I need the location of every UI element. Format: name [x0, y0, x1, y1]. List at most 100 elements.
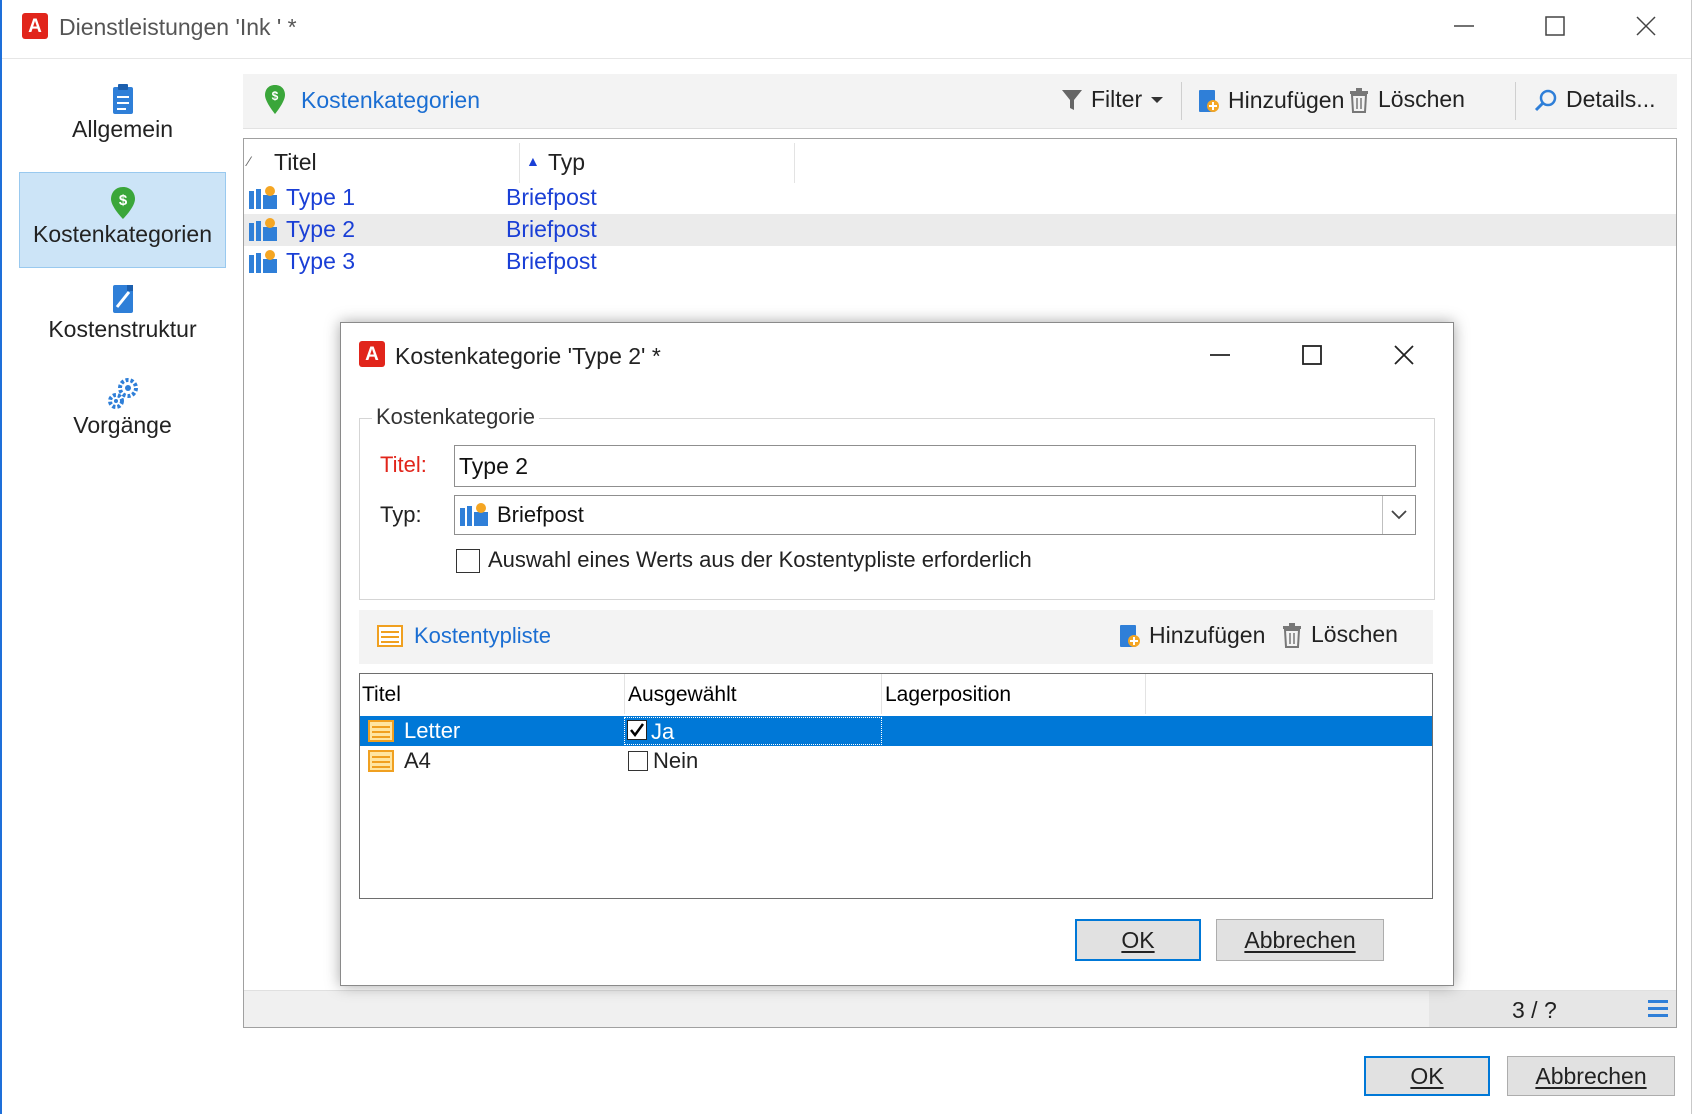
list-item[interactable]: Letter Ja	[360, 716, 1432, 746]
sidebar-item-kostenstruktur[interactable]: Kostenstruktur	[19, 282, 226, 354]
sidebar-item-allgemein[interactable]: Allgemein	[19, 82, 226, 154]
add-label: Hinzufügen	[1149, 621, 1266, 648]
add-button[interactable]: Hinzufügen	[1196, 86, 1344, 114]
table-row[interactable]: Type 1 Briefpost	[244, 182, 1676, 214]
ok-label: OK	[1121, 926, 1155, 953]
minimize-icon	[1454, 25, 1474, 27]
list-item[interactable]: A4 Nein	[360, 746, 1432, 776]
column-header-titel[interactable]: Titel	[362, 683, 401, 707]
minimize-button[interactable]	[1434, 4, 1494, 48]
delete-label: Löschen	[1311, 621, 1398, 647]
trash-icon	[1350, 87, 1368, 113]
money-pin-icon: $	[265, 85, 285, 114]
type-select[interactable]: Briefpost	[454, 495, 1416, 535]
row-type: Briefpost	[506, 184, 597, 210]
checkmark-icon	[630, 723, 645, 738]
add-document-icon	[1120, 625, 1140, 647]
sort-indicator: ⁄	[248, 153, 251, 169]
sidebar-item-vorgaenge[interactable]: Vorgänge	[19, 376, 226, 448]
trash-icon	[1283, 622, 1301, 648]
required-selection-checkbox[interactable]	[456, 549, 480, 573]
filter-icon	[1062, 89, 1082, 110]
mail-type-icon	[249, 250, 277, 273]
app-logo-icon: A	[359, 341, 385, 367]
add-cost-type-button[interactable]: Hinzufügen	[1117, 621, 1265, 649]
add-document-icon	[1199, 90, 1219, 112]
column-header-lagerposition[interactable]: Lagerposition	[885, 683, 1011, 707]
gears-icon	[107, 378, 138, 409]
toolbar-separator	[1181, 82, 1182, 120]
sort-asc-icon: ▲	[526, 153, 540, 169]
table-row[interactable]: Type 3 Briefpost	[244, 246, 1676, 278]
cancel-button[interactable]: Abbrechen	[1507, 1056, 1675, 1096]
money-pin-icon: $	[110, 187, 135, 219]
group-legend: Kostenkategorie	[372, 404, 539, 430]
list-header: Titel Ausgewählt Lagerposition	[360, 674, 1432, 714]
selected-checkbox[interactable]	[627, 720, 647, 740]
dialog-cancel-button[interactable]: Abbrechen	[1216, 919, 1384, 961]
cost-type-toolbar: Kostentypliste Hinzufügen Löschen	[359, 610, 1433, 664]
type-select-value: Briefpost	[497, 502, 584, 527]
row-title: Type 2	[286, 216, 356, 242]
minimize-icon	[1210, 354, 1230, 356]
selected-value: Ja	[651, 719, 675, 744]
clipboard-icon	[112, 84, 133, 114]
column-divider	[881, 674, 882, 714]
dialog-maximize-button[interactable]	[1282, 333, 1342, 377]
list-icon	[377, 625, 403, 647]
column-divider	[794, 143, 795, 183]
close-icon	[1636, 16, 1656, 36]
cancel-label: Abbrechen	[1244, 926, 1356, 953]
cost-category-dialog: A Kostenkategorie 'Type 2' * Kostenkateg…	[340, 322, 1454, 986]
sidebar-item-label: Kostenstruktur	[48, 316, 197, 342]
record-count: 3 / ?	[1512, 997, 1557, 1023]
toolbar-title: Kostenkategorien	[301, 87, 481, 113]
column-divider	[624, 674, 625, 714]
close-button[interactable]	[1616, 4, 1676, 48]
dialog-ok-button[interactable]: OK	[1075, 919, 1201, 961]
svg-text:$: $	[118, 192, 127, 209]
sidebar-item-kostenkategorien[interactable]: $ Kostenkategorien	[19, 172, 226, 268]
type-field-label: Typ:	[380, 502, 422, 527]
toolbar-separator	[1515, 82, 1516, 120]
dialog-close-button[interactable]	[1374, 333, 1434, 377]
search-icon	[1534, 89, 1557, 111]
ok-label: OK	[1410, 1062, 1444, 1089]
column-header-typ[interactable]: Typ	[548, 149, 585, 176]
list-icon	[368, 720, 394, 742]
mail-type-icon	[249, 218, 277, 241]
row-type: Briefpost	[506, 248, 597, 274]
window-title: Dienstleistungen 'Ink ' *	[59, 14, 297, 40]
filter-button[interactable]: Filter	[1061, 86, 1164, 113]
row-type: Briefpost	[506, 216, 597, 242]
chevron-down-icon	[1391, 510, 1407, 520]
dialog-minimize-button[interactable]	[1190, 333, 1250, 377]
list-icon	[368, 750, 394, 772]
maximize-button[interactable]	[1525, 4, 1585, 48]
cost-category-group: Kostenkategorie Titel: Type 2 Typ: Brief…	[359, 404, 1435, 600]
item-title: Letter	[404, 718, 461, 743]
filter-label: Filter	[1091, 86, 1143, 112]
list-menu-icon[interactable]	[1648, 1000, 1668, 1018]
table-row[interactable]: Type 2 Briefpost	[244, 214, 1676, 246]
cost-type-list: Titel Ausgewählt Lagerposition Letter Ja	[359, 673, 1433, 899]
delete-cost-type-button[interactable]: Löschen	[1281, 621, 1398, 648]
mail-type-icon	[249, 186, 277, 209]
selected-value: Nein	[653, 748, 699, 773]
delete-label: Löschen	[1378, 86, 1465, 112]
maximize-icon	[1545, 16, 1565, 36]
column-header-ausgewaehlt[interactable]: Ausgewählt	[628, 683, 737, 707]
column-header-titel[interactable]: Titel	[274, 149, 317, 176]
cancel-label: Abbrechen	[1535, 1062, 1647, 1089]
ok-button[interactable]: OK	[1364, 1056, 1490, 1096]
selected-cell[interactable]: Ja	[624, 717, 882, 745]
add-label: Hinzufügen	[1228, 86, 1345, 113]
dropdown-button[interactable]	[1382, 496, 1415, 534]
title-input[interactable]: Type 2	[454, 445, 1416, 487]
title-field-label: Titel:	[380, 452, 427, 477]
details-button[interactable]: Details...	[1534, 86, 1655, 113]
selected-checkbox[interactable]	[628, 751, 648, 771]
maximize-icon	[1302, 345, 1322, 365]
item-title: A4	[404, 748, 431, 773]
delete-button[interactable]: Löschen	[1348, 86, 1465, 113]
